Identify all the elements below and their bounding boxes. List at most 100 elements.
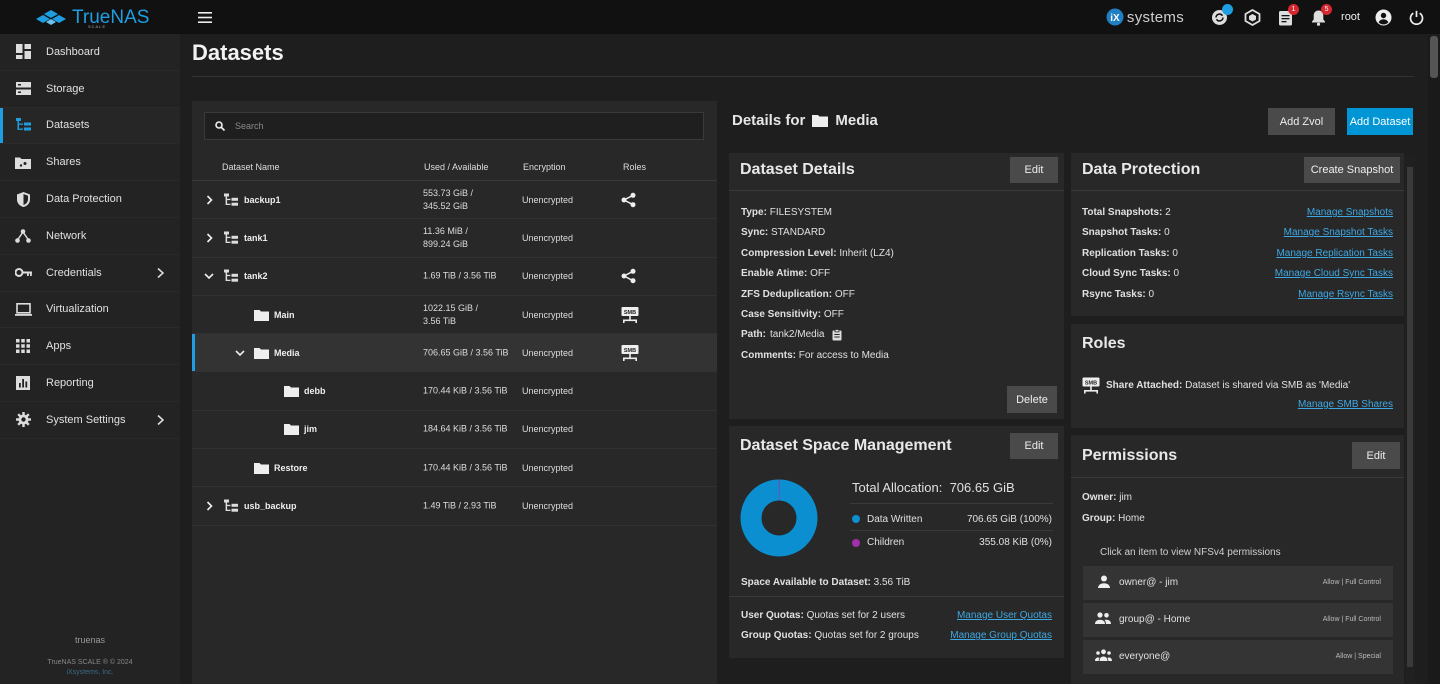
details-scrollbar[interactable]	[1405, 155, 1415, 684]
sidebar-item-datasets[interactable]: Datasets	[0, 107, 180, 145]
sidebar-item-shares[interactable]: Shares	[0, 144, 180, 182]
sidebar-item-data-protection[interactable]: Data Protection	[0, 181, 180, 218]
detail-atime: Enable Atime: OFF	[741, 268, 831, 279]
group-quotas: Group Quotas: Quotas set for 2 groups	[741, 630, 919, 641]
dataset-usage: 1.49 TiB / 2.93 TiB	[423, 500, 497, 511]
manage-smb-shares-link[interactable]: Manage SMB Shares	[1298, 399, 1393, 410]
scrollbar-thumb[interactable]	[1430, 36, 1438, 78]
add-zvol-button[interactable]: Add Zvol	[1268, 108, 1335, 135]
truecommand-button[interactable]	[1242, 7, 1262, 27]
alerts-button[interactable]: 5	[1308, 4, 1333, 27]
dataset-row-restore[interactable]: Restore 170.44 KiB / 3.56 TiB Unencrypte…	[192, 449, 717, 488]
edit-permissions-button[interactable]: Edit	[1352, 442, 1400, 469]
tree-header: Dataset Name Used / Available Encryption…	[192, 152, 717, 181]
dataset-encryption: Unencrypted	[522, 386, 574, 397]
ixsystems-logo[interactable]: iX systems	[1106, 8, 1184, 26]
chevron-down-icon[interactable]	[204, 273, 214, 280]
chevron-down-icon[interactable]	[235, 349, 245, 356]
manage-snapshots-link[interactable]: Manage Snapshots	[1307, 207, 1393, 218]
card-title: Dataset Space Management	[740, 437, 952, 454]
company-link[interactable]: iXsystems, Inc.	[0, 669, 180, 676]
column-header-encryption[interactable]: Encryption	[523, 162, 566, 172]
manage-group-quotas-link[interactable]: Manage Group Quotas	[950, 630, 1052, 641]
task-manager-button[interactable]: 1	[1275, 4, 1300, 27]
dataset-tree-panel: Dataset Name Used / Available Encryption…	[192, 101, 717, 684]
chevron-right-icon[interactable]	[206, 233, 213, 243]
dataset-row-debb[interactable]: debb 170.44 KiB / 3.56 TiB Unencrypted	[192, 373, 717, 411]
svg-text:iX: iX	[1110, 13, 1120, 24]
permissions-card: Permissions Edit Owner: jim Group: Home …	[1071, 435, 1404, 684]
divider	[850, 530, 1053, 531]
acl-entry-owner[interactable]: owner@ - jim Allow | Full Control	[1083, 566, 1393, 600]
detail-dedup: ZFS Deduplication: OFF	[741, 288, 855, 300]
permissions-hint: Click an item to view NFSv4 permissions	[1100, 547, 1281, 558]
chevron-right-icon[interactable]	[206, 501, 213, 511]
edit-space-button[interactable]: Edit	[1010, 433, 1058, 459]
page-scrollbar[interactable]	[1428, 36, 1440, 684]
dataset-row-usb-backup[interactable]: usb_backup 1.49 TiB / 2.93 TiB Unencrypt…	[192, 487, 717, 526]
search-field[interactable]	[204, 112, 704, 140]
detail-comments: Comments: For access to Media	[741, 349, 889, 361]
account-button[interactable]	[1373, 7, 1393, 27]
rsync-tasks: Rsync Tasks: 0	[1082, 288, 1155, 300]
svg-text:SMB: SMB	[1085, 381, 1097, 387]
sidebar-item-label: Apps	[46, 340, 72, 353]
column-header-roles[interactable]: Roles	[623, 162, 646, 172]
jobs-button[interactable]	[1209, 4, 1234, 27]
manage-snapshot-tasks-link[interactable]: Manage Snapshot Tasks	[1284, 227, 1393, 238]
dataset-row-main[interactable]: Main 1022.15 GiB /3.56 TiB Unencrypted S…	[192, 296, 717, 335]
dataset-row-tank2[interactable]: tank2 1.69 TiB / 3.56 TiB Unencrypted	[192, 258, 717, 296]
manage-replication-tasks-link[interactable]: Manage Replication Tasks	[1276, 248, 1393, 259]
create-snapshot-button[interactable]: Create Snapshot	[1304, 157, 1400, 183]
sidebar-item-storage[interactable]: Storage	[0, 71, 180, 108]
chevron-right-icon[interactable]	[206, 195, 213, 205]
dataset-row-backup1[interactable]: backup1 553.73 GiB /345.52 GiB Unencrypt…	[192, 181, 717, 220]
sidebar-item-label: Virtualization	[46, 303, 109, 316]
dataset-encryption: Unencrypted	[522, 194, 574, 205]
dataset-usage: 184.64 KiB / 3.56 TiB	[423, 423, 508, 434]
dataset-row-tank1[interactable]: tank1 11.36 MiB /899.24 GiB Unencrypted	[192, 219, 717, 258]
pool-icon	[224, 269, 238, 283]
share-icon	[621, 269, 636, 284]
copy-clipboard-icon[interactable]	[832, 328, 842, 341]
manage-cloud-sync-tasks-link[interactable]: Manage Cloud Sync Tasks	[1275, 268, 1393, 279]
menu-toggle-button[interactable]	[196, 8, 214, 26]
search-input[interactable]	[235, 121, 675, 131]
dataset-usage: 553.73 GiB /345.52 GiB	[423, 187, 474, 211]
sidebar-item-network[interactable]: Network	[0, 218, 180, 255]
acl-entry-group[interactable]: group@ - Home Allow | Full Control	[1083, 603, 1393, 637]
dataset-name: Media	[274, 347, 300, 358]
sidebar-item-label: Storage	[46, 82, 85, 95]
username[interactable]: root	[1341, 11, 1360, 23]
data-protection-card: Data Protection Create Snapshot Total Sn…	[1071, 153, 1404, 316]
scrollbar-thumb[interactable]	[1407, 167, 1413, 667]
edit-details-button[interactable]: Edit	[1010, 157, 1058, 183]
sidebar-item-virtualization[interactable]: Virtualization	[0, 292, 180, 329]
delete-dataset-button[interactable]: Delete	[1007, 386, 1057, 413]
card-title: Data Protection	[1082, 161, 1201, 178]
dataset-row-media[interactable]: Media 706.65 GiB / 3.56 TiB Unencrypted …	[192, 334, 717, 373]
manage-rsync-tasks-link[interactable]: Manage Rsync Tasks	[1298, 289, 1393, 300]
column-header-name[interactable]: Dataset Name	[222, 162, 280, 172]
truenas-logo[interactable]: TrueNAS SCALE	[0, 0, 180, 34]
top-bar: TrueNAS SCALE iX systems 1 5 root	[0, 0, 1440, 34]
sidebar-footer: truenas TrueNAS SCALE ® © 2024 iXsystems…	[0, 635, 180, 676]
sidebar-item-credentials[interactable]: Credentials	[0, 255, 180, 292]
gear-icon	[14, 411, 32, 429]
manage-user-quotas-link[interactable]: Manage User Quotas	[957, 610, 1052, 621]
snapshot-tasks: Snapshot Tasks: 0	[1082, 227, 1170, 238]
hostname: truenas	[74, 635, 106, 645]
hamburger-icon	[198, 11, 212, 23]
datasets-icon	[14, 116, 32, 134]
dataset-row-jim[interactable]: jim 184.64 KiB / 3.56 TiB Unencrypted	[192, 411, 717, 450]
brand-name: TrueNAS	[72, 6, 150, 28]
add-dataset-button[interactable]: Add Dataset	[1347, 108, 1413, 135]
sidebar-item-system-settings[interactable]: System Settings	[0, 402, 180, 439]
column-header-used[interactable]: Used / Available	[424, 162, 488, 172]
sidebar-item-apps[interactable]: Apps	[0, 328, 180, 366]
sidebar-item-reporting[interactable]: Reporting	[0, 365, 180, 402]
power-button[interactable]	[1406, 7, 1426, 27]
sidebar-item-dashboard[interactable]: Dashboard	[0, 34, 180, 71]
acl-entry-everyone[interactable]: everyone@ Allow | Special	[1083, 640, 1393, 674]
jobs-badge	[1222, 4, 1234, 15]
